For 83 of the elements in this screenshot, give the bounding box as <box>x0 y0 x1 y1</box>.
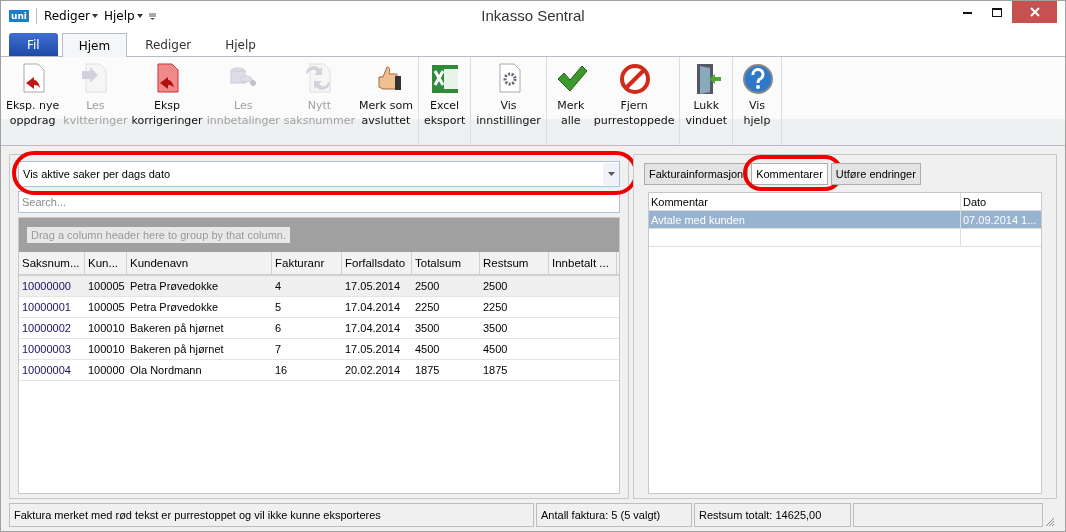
status-text: Antall faktura: 5 (5 valgt) <box>536 503 692 527</box>
table-cell-text: 100005 <box>87 300 126 315</box>
column-header[interactable]: Dato <box>961 193 1039 210</box>
minimize-icon <box>962 10 972 14</box>
table-cell-text: 10000001 <box>21 300 72 315</box>
table-cell-text: 5 <box>274 300 283 315</box>
group-hint: Drag a column header here to group by that column. <box>27 227 290 243</box>
status-text: Faktura merket med rød tekst er purrestoppet og vil ikke kunne eksporteres <box>9 503 534 527</box>
table-cell-text: 4500 <box>482 342 509 357</box>
table-cell-text: 10000004 <box>21 363 72 378</box>
ribbon-button[interactable]: Eksp. nye oppdrag <box>4 61 62 145</box>
table-cell-text: Bakeren på hjørnet <box>129 342 225 357</box>
table-cell-text: 3500 <box>414 321 441 336</box>
close-icon <box>1029 7 1040 17</box>
table-cell: 07.09.2014 1... <box>963 213 1037 226</box>
table-cell-text: 7 <box>274 342 283 357</box>
caret-icon <box>136 14 143 18</box>
window-title: Inkasso Sentral <box>481 7 585 24</box>
caret-icon <box>607 172 615 176</box>
ribbon-button[interactable]: Excel eksport <box>421 61 468 145</box>
table-cell-text: 10000000 <box>21 279 72 294</box>
ribbon-button[interactable]: Lukk vinduet <box>683 61 729 145</box>
table-cell-text: 1875 <box>482 363 509 378</box>
detail-tab[interactable]: Fakturainformasjon <box>644 163 749 185</box>
caret-icon <box>92 14 98 18</box>
ribbon-tab[interactable]: Rediger <box>129 33 208 56</box>
ribbon-button[interactable]: Fjern purrestoppede <box>591 61 677 145</box>
ribbon-button[interactable]: Merk alle <box>549 61 592 145</box>
table-cell-text: 100005 <box>87 279 126 294</box>
table-row[interactable]: 10000000 100005 Petra Prøvedokke 4 17.05.2014 2500 2500 <box>19 276 619 297</box>
column-header[interactable]: Forfallsdato <box>342 252 412 274</box>
table-cell-text: 16 <box>274 363 289 378</box>
table-cell-text: Bakeren på hjørnet <box>129 321 225 336</box>
quick-menu[interactable]: Rediger <box>43 9 98 23</box>
detail-tab[interactable]: Kommentarer <box>751 163 828 185</box>
close-button[interactable] <box>1012 1 1057 23</box>
detail-tab[interactable]: Utføre endringer <box>830 163 921 185</box>
file-menu-tab[interactable]: Fil <box>9 33 58 56</box>
app-logo: uni <box>9 10 29 22</box>
column-header[interactable]: Kun... <box>85 252 127 274</box>
quick-menu[interactable]: Hjelp <box>104 9 143 23</box>
resize-grip-icon <box>1045 517 1055 527</box>
table-cell-text: 2500 <box>414 279 441 294</box>
column-header[interactable]: Kommentar <box>649 193 961 210</box>
column-header[interactable]: Innbetalt ... <box>549 252 617 274</box>
table-cell-text: 1875 <box>414 363 441 378</box>
ribbon-tab[interactable]: Hjelp <box>209 33 272 56</box>
table-cell-text: 100010 <box>87 342 126 357</box>
column-header[interactable]: Kundenavn <box>127 252 272 274</box>
table-cell-text: 4500 <box>414 342 441 357</box>
customize-icon[interactable] <box>148 12 156 20</box>
ribbon-button[interactable]: Merk som avsluttet <box>357 61 415 145</box>
column-header[interactable]: Saksnum... <box>19 252 85 274</box>
table-cell-text: Ola Nordmann <box>129 363 203 378</box>
maximize-icon <box>992 7 1002 17</box>
table-cell-text: 17.04.2014 <box>344 300 402 315</box>
table-cell-text: 2250 <box>482 300 509 315</box>
ribbon-tab[interactable]: Hjem <box>61 33 128 57</box>
table-cell-text: 2500 <box>482 279 509 294</box>
table-cell-text: 10000003 <box>21 342 72 357</box>
table-cell-text: 2250 <box>414 300 441 315</box>
filter-dropdown[interactable]: Vis aktive saker per dags dato <box>18 161 620 187</box>
table-cell-text: 3500 <box>482 321 509 336</box>
ribbon-button[interactable]: Eksp korrigeringer <box>129 61 205 145</box>
table-cell-text: Petra Prøvedokke <box>129 300 220 315</box>
table-cell-text: 17.05.2014 <box>344 279 402 294</box>
table-cell-text: 6 <box>274 321 283 336</box>
column-header[interactable]: Restsum <box>480 252 549 274</box>
table-cell-text: 4 <box>274 279 283 294</box>
table-cell-text: Petra Prøvedokke <box>129 279 220 294</box>
ribbon-button[interactable]: Vis hjelp <box>736 61 778 145</box>
table-cell: Avtale med kunden <box>651 213 745 226</box>
table-cell-text: 100010 <box>87 321 126 336</box>
table-cell-text: 20.02.2014 <box>344 363 402 378</box>
table-cell-text: 17.05.2014 <box>344 342 402 357</box>
column-header[interactable]: Fakturanr <box>272 252 342 274</box>
status-text: Restsum totalt: 14625,00 <box>694 503 851 527</box>
table-cell-text: 17.04.2014 <box>344 321 402 336</box>
search-field[interactable]: Search... <box>18 191 620 213</box>
column-header[interactable]: Totalsum <box>412 252 480 274</box>
table-cell-text: 100000 <box>87 363 126 378</box>
table-cell-text: 10000002 <box>21 321 72 336</box>
ribbon-button[interactable]: Vis innstillinger <box>474 61 543 145</box>
